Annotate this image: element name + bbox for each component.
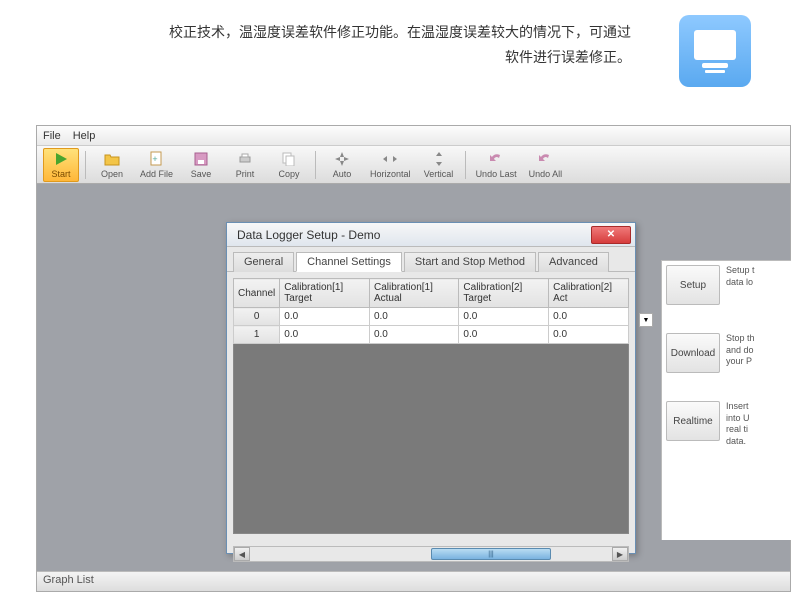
open-button[interactable]: Open xyxy=(92,148,132,182)
scroll-thumb[interactable]: ||| xyxy=(431,548,551,560)
setup-dialog: Data Logger Setup - Demo ✕ General Chann… xyxy=(226,222,636,554)
undolast-button[interactable]: Undo Last xyxy=(472,148,521,182)
tabstrip: General Channel Settings Start and Stop … xyxy=(227,247,635,272)
statusbar: Graph List xyxy=(37,571,790,591)
print-button[interactable]: Print xyxy=(225,148,265,182)
close-button[interactable]: ✕ xyxy=(591,226,631,244)
tab-start-stop[interactable]: Start and Stop Method xyxy=(404,252,536,272)
copy-icon xyxy=(280,150,298,168)
save-icon xyxy=(192,150,210,168)
realtime-button[interactable]: Realtime xyxy=(666,401,720,441)
dropdown-icon[interactable]: ▼ xyxy=(639,313,653,327)
addfile-icon: + xyxy=(148,150,166,168)
tab-general[interactable]: General xyxy=(233,252,294,272)
scroll-right-icon[interactable]: ▶ xyxy=(612,547,628,561)
horizontal-scrollbar[interactable]: ◀ ||| ▶ xyxy=(233,546,629,562)
undoall-icon xyxy=(536,150,554,168)
folder-icon xyxy=(103,150,121,168)
side-panel: Setup Setup t data lo Download Stop th a… xyxy=(661,260,791,540)
col-cal2-target: Calibration[2] Target xyxy=(459,279,549,308)
addfile-button[interactable]: + Add File xyxy=(136,148,177,182)
save-button[interactable]: Save xyxy=(181,148,221,182)
menu-file[interactable]: File xyxy=(43,130,61,142)
col-cal1-target: Calibration[1] Target xyxy=(280,279,370,308)
monitor-icon xyxy=(679,15,751,87)
horizontal-icon xyxy=(381,150,399,168)
table-row[interactable]: 1 0.0 0.0 0.0 0.0 xyxy=(234,326,629,344)
col-cal2-actual: Calibration[2] Act xyxy=(549,279,629,308)
vertical-icon xyxy=(430,150,448,168)
scroll-track[interactable]: ||| xyxy=(250,547,612,561)
undoall-button[interactable]: Undo All xyxy=(525,148,567,182)
tab-advanced[interactable]: Advanced xyxy=(538,252,609,272)
download-description: Stop th and do your P xyxy=(726,333,787,373)
setup-description: Setup t data lo xyxy=(726,265,787,305)
setup-button[interactable]: Setup xyxy=(666,265,720,305)
vertical-button[interactable]: Vertical xyxy=(419,148,459,182)
dialog-titlebar: Data Logger Setup - Demo ✕ xyxy=(227,223,635,247)
col-channel: Channel xyxy=(234,279,280,308)
auto-button[interactable]: Auto xyxy=(322,148,362,182)
menu-help[interactable]: Help xyxy=(73,130,96,142)
undo-icon xyxy=(487,150,505,168)
svg-text:+: + xyxy=(152,154,157,164)
tab-channel-settings[interactable]: Channel Settings xyxy=(296,252,402,272)
realtime-description: Insert into U real ti data. xyxy=(726,401,787,448)
play-icon xyxy=(52,150,70,168)
auto-icon xyxy=(333,150,351,168)
copy-button[interactable]: Copy xyxy=(269,148,309,182)
close-icon: ✕ xyxy=(607,229,615,240)
dialog-title-text: Data Logger Setup - Demo xyxy=(237,228,380,242)
print-icon xyxy=(236,150,254,168)
grid-empty-area xyxy=(233,344,629,534)
menubar: File Help xyxy=(37,126,790,146)
status-text: Graph List xyxy=(43,574,94,586)
col-cal1-actual: Calibration[1] Actual xyxy=(369,279,458,308)
toolbar: Start Open + Add File Save Print Copy Au… xyxy=(37,146,790,184)
header-description: 校正技术，温湿度误差软件修正功能。在温湿度误差较大的情况下，可通过 软件进行误差… xyxy=(150,20,761,70)
start-button[interactable]: Start xyxy=(43,148,79,182)
scroll-left-icon[interactable]: ◀ xyxy=(234,547,250,561)
calibration-table[interactable]: Channel Calibration[1] Target Calibratio… xyxy=(233,278,629,344)
horizontal-button[interactable]: Horizontal xyxy=(366,148,415,182)
table-row[interactable]: 0 0.0 0.0 0.0 0.0 xyxy=(234,308,629,326)
download-button[interactable]: Download xyxy=(666,333,720,373)
